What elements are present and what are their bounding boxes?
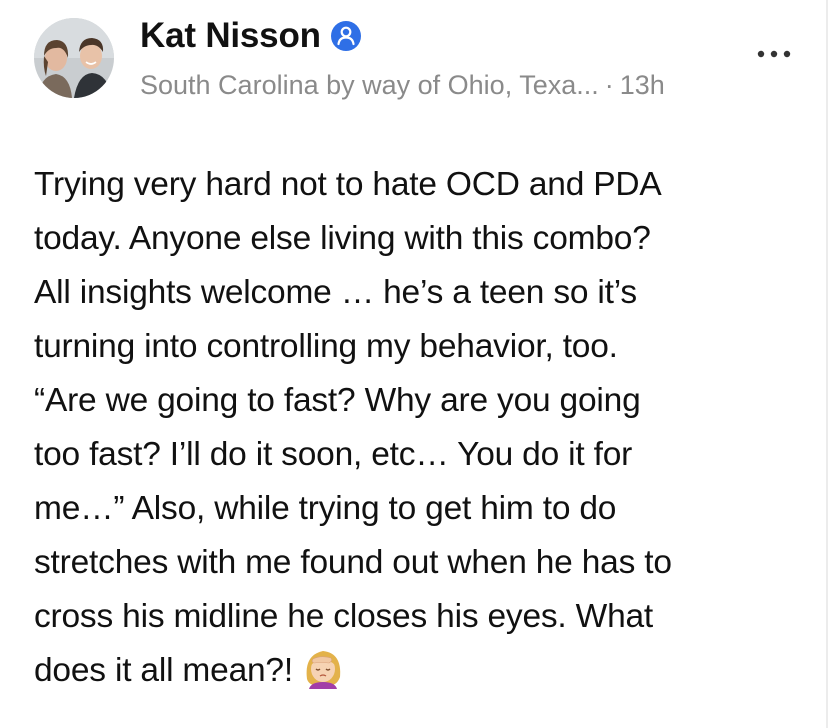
- post-card: Kat Nisson South Carolina by way of Ohio…: [0, 0, 828, 728]
- post-body-text: Trying very hard not to hate OCD and PDA…: [34, 166, 672, 689]
- author-name-row: Kat Nisson: [140, 14, 361, 58]
- post-meta: South Carolina by way of Ohio, Texa... · 1…: [140, 70, 665, 101]
- ellipsis-icon: [757, 50, 791, 58]
- avatar[interactable]: [34, 18, 114, 98]
- avatar-photo-icon: [34, 18, 114, 98]
- author-location: South Carolina by way of Ohio, Texa...: [140, 70, 599, 100]
- face-palm-emoji-icon: [301, 645, 345, 689]
- post-timestamp[interactable]: 13h: [620, 70, 665, 100]
- meta-separator: ·: [604, 70, 614, 100]
- post-body: Trying very hard not to hate OCD and PDA…: [34, 158, 794, 698]
- author-name[interactable]: Kat Nisson: [140, 16, 321, 56]
- verified-badge-icon: [330, 21, 361, 51]
- more-options-button[interactable]: [752, 40, 796, 68]
